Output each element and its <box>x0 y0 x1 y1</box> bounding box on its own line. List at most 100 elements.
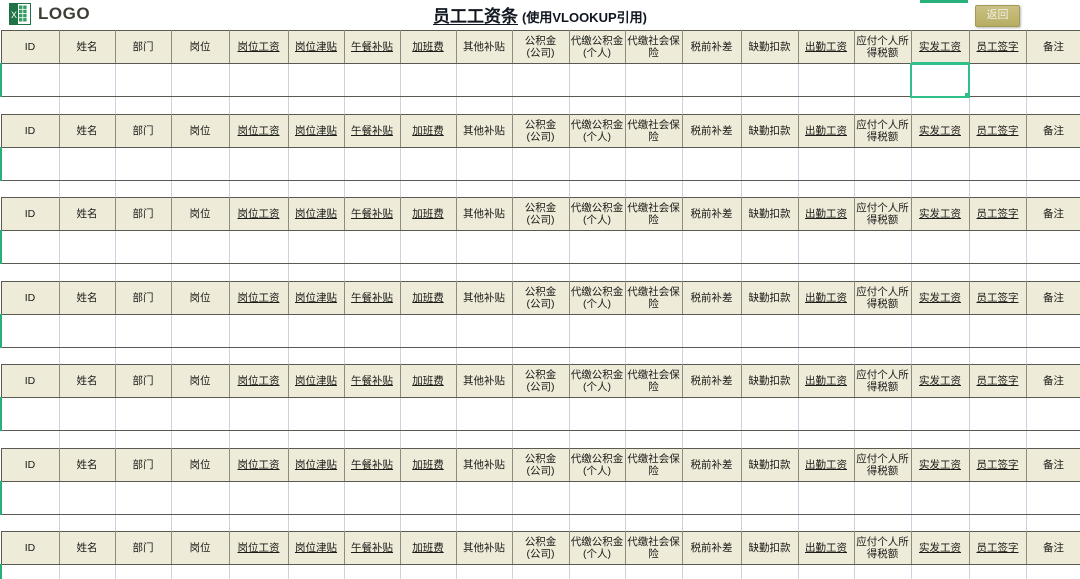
table-cell[interactable] <box>910 397 970 431</box>
table-cell[interactable] <box>399 230 457 264</box>
column-header[interactable]: 岗位津贴 <box>287 364 345 398</box>
column-header[interactable]: 实发工资 <box>910 113 970 148</box>
column-header[interactable]: 代缴社会保险 <box>624 447 683 482</box>
column-header[interactable]: 岗位 <box>170 113 230 148</box>
table-row[interactable] <box>0 397 1080 431</box>
column-header[interactable]: 税前补差 <box>681 447 742 482</box>
column-header[interactable]: 岗位津贴 <box>287 280 345 315</box>
table-cell[interactable] <box>399 481 457 515</box>
column-header[interactable]: 代缴社会保险 <box>624 531 683 565</box>
table-cell[interactable] <box>114 481 172 515</box>
table-row[interactable] <box>0 481 1080 515</box>
table-cell[interactable] <box>343 147 401 181</box>
column-header[interactable]: 员工签字 <box>968 197 1027 231</box>
table-cell[interactable] <box>58 230 116 264</box>
column-header[interactable]: 其他补贴 <box>455 364 513 398</box>
table-cell[interactable] <box>1025 230 1080 264</box>
column-header[interactable]: 岗位 <box>170 30 230 64</box>
column-header[interactable]: 备注 <box>1025 364 1080 398</box>
table-cell[interactable] <box>624 147 683 181</box>
column-header[interactable]: 税前补差 <box>681 30 742 64</box>
table-cell[interactable] <box>58 481 116 515</box>
column-header[interactable]: 代缴公积金 (个人) <box>568 531 626 565</box>
column-header[interactable]: 午餐补贴 <box>343 113 401 148</box>
table-cell[interactable] <box>114 63 172 97</box>
table-row[interactable] <box>0 230 1080 264</box>
table-cell[interactable] <box>228 147 289 181</box>
table-cell[interactable] <box>287 314 345 348</box>
column-header[interactable]: 部门 <box>114 30 172 64</box>
column-header[interactable]: ID <box>0 531 60 565</box>
table-cell[interactable] <box>170 63 230 97</box>
column-header[interactable]: 部门 <box>114 280 172 315</box>
column-header[interactable]: ID <box>0 197 60 231</box>
column-header[interactable]: 应付个人所 得税额 <box>853 280 912 315</box>
column-header[interactable]: 岗位 <box>170 531 230 565</box>
column-header[interactable]: 其他补贴 <box>455 447 513 482</box>
table-cell[interactable] <box>568 481 626 515</box>
column-header[interactable]: 备注 <box>1025 447 1080 482</box>
table-cell[interactable] <box>287 481 345 515</box>
table-cell[interactable] <box>853 481 912 515</box>
column-header[interactable]: 加班费 <box>399 30 457 64</box>
table-cell[interactable] <box>170 147 230 181</box>
table-cell[interactable] <box>968 147 1027 181</box>
table-cell[interactable] <box>568 397 626 431</box>
column-header[interactable]: 岗位 <box>170 447 230 482</box>
column-header[interactable]: 代缴公积金 (个人) <box>568 280 626 315</box>
column-header[interactable]: 实发工资 <box>910 447 970 482</box>
table-cell[interactable] <box>343 230 401 264</box>
column-header[interactable]: 实发工资 <box>910 197 970 231</box>
table-cell[interactable] <box>624 397 683 431</box>
table-cell[interactable] <box>399 314 457 348</box>
column-header[interactable]: 代缴公积金 (个人) <box>568 364 626 398</box>
column-header[interactable]: 岗位工资 <box>228 113 289 148</box>
column-header[interactable]: 岗位津贴 <box>287 531 345 565</box>
table-cell[interactable] <box>399 397 457 431</box>
column-header[interactable]: 缺勤扣款 <box>740 113 799 148</box>
column-header[interactable]: 公积金 (公司) <box>511 280 570 315</box>
column-header[interactable]: 部门 <box>114 364 172 398</box>
column-header[interactable]: 备注 <box>1025 197 1080 231</box>
table-cell[interactable] <box>511 481 570 515</box>
column-header[interactable]: 午餐补贴 <box>343 364 401 398</box>
table-cell[interactable] <box>740 481 799 515</box>
column-header[interactable]: ID <box>0 447 60 482</box>
column-header[interactable]: 出勤工资 <box>797 280 855 315</box>
column-header[interactable]: 加班费 <box>399 531 457 565</box>
table-cell[interactable] <box>399 63 457 97</box>
table-cell[interactable] <box>58 63 116 97</box>
table-row[interactable] <box>0 147 1080 181</box>
column-header[interactable]: 税前补差 <box>681 364 742 398</box>
table-cell[interactable] <box>114 147 172 181</box>
table-cell[interactable] <box>58 397 116 431</box>
column-header[interactable]: ID <box>0 113 60 148</box>
table-cell[interactable] <box>853 314 912 348</box>
table-cell[interactable] <box>0 481 60 515</box>
column-header[interactable]: 岗位工资 <box>228 364 289 398</box>
column-header[interactable]: 出勤工资 <box>797 197 855 231</box>
table-cell[interactable] <box>568 314 626 348</box>
column-header[interactable]: 缺勤扣款 <box>740 531 799 565</box>
column-header[interactable]: 出勤工资 <box>797 364 855 398</box>
table-cell[interactable] <box>910 230 970 264</box>
table-cell[interactable] <box>287 397 345 431</box>
column-header[interactable]: 部门 <box>114 113 172 148</box>
table-cell[interactable] <box>910 564 970 579</box>
table-cell[interactable] <box>1025 63 1080 97</box>
table-cell[interactable] <box>624 230 683 264</box>
table-cell[interactable] <box>624 481 683 515</box>
table-cell[interactable] <box>968 63 1027 97</box>
table-cell[interactable] <box>568 147 626 181</box>
table-cell[interactable] <box>170 397 230 431</box>
column-header[interactable]: 姓名 <box>58 30 116 64</box>
table-cell[interactable] <box>740 147 799 181</box>
table-cell[interactable] <box>511 63 570 97</box>
table-cell[interactable] <box>740 564 799 579</box>
column-header[interactable]: 岗位 <box>170 364 230 398</box>
column-header[interactable]: 午餐补贴 <box>343 30 401 64</box>
table-cell[interactable] <box>0 397 60 431</box>
column-header[interactable]: 缺勤扣款 <box>740 197 799 231</box>
table-cell[interactable] <box>0 564 60 579</box>
table-cell[interactable] <box>681 564 742 579</box>
